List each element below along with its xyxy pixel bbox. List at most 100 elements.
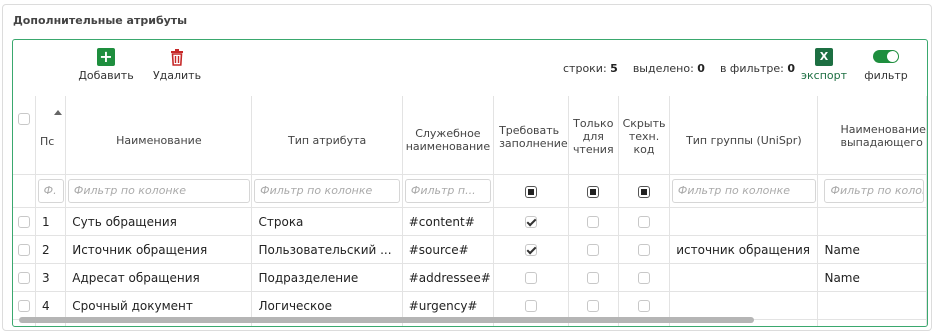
cell-name[interactable]: Суть обращения xyxy=(65,207,253,236)
cell-required[interactable] xyxy=(493,263,569,292)
cell-service[interactable]: #urgency# xyxy=(402,291,495,320)
cell-group[interactable] xyxy=(669,207,819,236)
cell-index[interactable]: 2 xyxy=(35,235,67,264)
panel-title: Дополнительные атрибуты xyxy=(13,14,188,27)
hidden-checkbox[interactable] xyxy=(638,272,651,284)
cell-type[interactable]: Строка xyxy=(251,207,403,236)
required-checkbox[interactable] xyxy=(524,300,537,312)
horizontal-scrollbar[interactable] xyxy=(19,317,754,323)
table-row[interactable]: 2 Источник обращения Пользовательский ... #… xyxy=(13,235,927,264)
col-header-hidden[interactable]: Скрыть техн. код xyxy=(618,96,671,175)
col-header-required-label: Требовать заполнение xyxy=(499,124,568,150)
cell-select[interactable] xyxy=(13,235,36,264)
filter-toggle[interactable]: фильтр xyxy=(863,50,909,82)
filter-required-checkbox[interactable] xyxy=(524,185,537,198)
cell-group[interactable]: источник обращения xyxy=(669,235,819,264)
cell-type[interactable]: Пользовательский ... xyxy=(251,235,403,264)
cell-dropdown[interactable] xyxy=(817,319,927,326)
cell-select[interactable] xyxy=(13,207,36,236)
filter-input-dropdown[interactable]: Фильтр по колонке xyxy=(824,179,925,203)
required-checkbox[interactable] xyxy=(524,216,537,228)
col-header-type[interactable]: Тип атрибута xyxy=(251,96,403,175)
add-button[interactable]: + Добавить xyxy=(77,48,135,83)
plus-icon: + xyxy=(97,48,115,66)
cell-readonly[interactable] xyxy=(568,207,619,236)
attributes-grid: + Добавить Удалить строки: 5 выделено: 0 xyxy=(12,39,928,327)
required-checkbox[interactable] xyxy=(524,272,537,284)
col-header-required[interactable]: Требовать заполнение xyxy=(493,96,569,175)
cell-dropdown[interactable]: Name xyxy=(817,235,927,264)
export-button[interactable]: X экспорт xyxy=(800,48,848,82)
cell-name[interactable]: Источник обращения xyxy=(65,235,253,264)
col-header-dropdown[interactable]: Наименование выпадающего xyxy=(817,96,927,175)
cell-group[interactable] xyxy=(669,291,819,320)
cell-required[interactable] xyxy=(493,235,569,264)
cell-index[interactable]: 4 xyxy=(35,291,67,320)
readonly-checkbox[interactable] xyxy=(587,300,600,312)
col-header-readonly[interactable]: Только для чтения xyxy=(568,96,619,175)
cell-dropdown[interactable]: Name xyxy=(817,263,927,292)
cell-readonly[interactable] xyxy=(568,291,619,320)
cell-name[interactable]: Адресат обращения xyxy=(65,263,253,292)
select-all-checkbox[interactable] xyxy=(17,113,30,125)
col-header-service-label: Служебное наименование xyxy=(405,127,491,153)
col-header-group[interactable]: Тип группы (UniSpr) xyxy=(669,96,819,175)
row-select-checkbox[interactable] xyxy=(17,244,30,256)
table-row[interactable]: 3 Адресат обращения Подразделение #addresse… xyxy=(13,263,927,292)
cell-service[interactable]: #content# xyxy=(402,207,495,236)
hidden-checkbox[interactable] xyxy=(638,300,651,312)
trash-icon xyxy=(168,48,186,66)
required-checkbox[interactable] xyxy=(524,244,537,256)
filtered-label: в фильтре: xyxy=(719,62,784,75)
table-row[interactable]: 1 Суть обращения Строка #content# xyxy=(13,207,927,236)
row-select-checkbox[interactable] xyxy=(17,272,30,284)
col-header-readonly-label: Только для чтения xyxy=(572,116,614,156)
attributes-panel: Дополнительные атрибуты + Добавить Удали… xyxy=(2,4,932,331)
cell-dropdown[interactable] xyxy=(817,291,927,320)
hidden-checkbox[interactable] xyxy=(638,216,651,228)
table-row[interactable]: 4 Срочный документ Логическое #urgency# xyxy=(13,291,927,320)
cell-readonly[interactable] xyxy=(568,263,619,292)
cell-hidden[interactable] xyxy=(618,291,671,320)
rows-label: строки: xyxy=(563,62,607,75)
cell-required[interactable] xyxy=(493,207,569,236)
filter-label: фильтр xyxy=(864,69,908,82)
cell-select[interactable] xyxy=(13,291,36,320)
cell-name[interactable]: Срочный документ xyxy=(65,291,253,320)
cell-service[interactable]: #source# xyxy=(402,235,495,264)
filter-input-service[interactable]: Фильтр п... xyxy=(404,179,491,203)
cell-dropdown[interactable] xyxy=(817,207,927,236)
cell-required[interactable] xyxy=(493,291,569,320)
cell-group[interactable] xyxy=(669,263,819,292)
row-select-checkbox[interactable] xyxy=(17,216,30,228)
filter-input-type[interactable]: Фильтр по колонке xyxy=(254,179,401,203)
sort-asc-icon xyxy=(53,110,62,115)
cell-hidden[interactable] xyxy=(618,235,671,264)
filter-input-index[interactable]: Ф. xyxy=(37,179,64,203)
cell-readonly[interactable] xyxy=(568,235,619,264)
cell-service[interactable]: #addressee# xyxy=(402,263,495,292)
col-header-name[interactable]: Наименование xyxy=(65,96,253,175)
cell-index[interactable]: 1 xyxy=(35,207,67,236)
col-header-service[interactable]: Служебное наименование xyxy=(402,96,495,175)
row-select-checkbox[interactable] xyxy=(17,300,30,312)
readonly-checkbox[interactable] xyxy=(587,216,600,228)
filter-input-name[interactable]: Фильтр по колонке xyxy=(67,179,250,203)
filter-hidden-checkbox[interactable] xyxy=(638,185,651,198)
cell-select[interactable] xyxy=(13,263,36,292)
hidden-checkbox[interactable] xyxy=(638,244,651,256)
col-header-hidden-label: Скрыть техн. код xyxy=(622,116,666,156)
col-header-index[interactable]: Пс xyxy=(35,96,67,175)
cell-type[interactable]: Логическое xyxy=(251,291,403,320)
filtered-count: 0 xyxy=(787,62,796,75)
readonly-checkbox[interactable] xyxy=(587,244,600,256)
cell-type[interactable]: Подразделение xyxy=(251,263,403,292)
readonly-checkbox[interactable] xyxy=(587,272,600,284)
filter-readonly-checkbox[interactable] xyxy=(587,185,600,198)
cell-index[interactable]: 3 xyxy=(35,263,67,292)
delete-button[interactable]: Удалить xyxy=(151,48,203,82)
selected-label: выделено: xyxy=(632,62,694,75)
cell-hidden[interactable] xyxy=(618,207,671,236)
filter-input-group[interactable]: Фильтр по колонке xyxy=(671,179,816,203)
cell-hidden[interactable] xyxy=(618,263,671,292)
